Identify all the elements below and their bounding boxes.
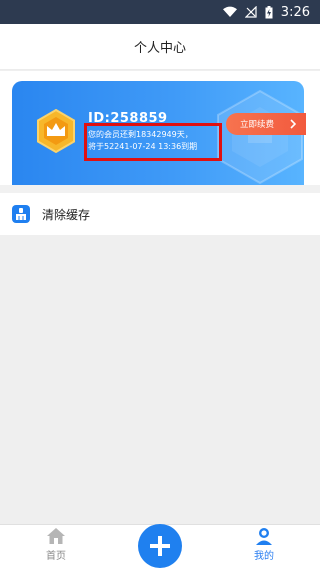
signal-off-icon — [244, 6, 257, 18]
plus-icon — [150, 536, 170, 556]
shield-decoration-icon — [217, 89, 303, 185]
tab-home-label: 首页 — [46, 551, 66, 562]
cleaner-icon — [12, 205, 30, 223]
page-title: 个人中心 — [133, 41, 186, 56]
renew-label: 立即续费 — [240, 120, 275, 130]
tab-home[interactable]: 首页 — [26, 527, 86, 567]
home-icon — [47, 528, 65, 544]
member-card-section: ID:258859 您的会员还剩18342949天， 将于52241-07-24… — [0, 71, 320, 185]
wifi-icon — [222, 6, 237, 18]
tab-mine[interactable]: 我的 — [234, 527, 294, 567]
section-divider — [0, 185, 320, 193]
renew-button[interactable]: 立即续费 — [226, 113, 306, 135]
battery-charging-icon — [265, 5, 273, 19]
chevron-right-icon — [290, 119, 297, 129]
add-button[interactable] — [138, 524, 182, 568]
highlight-box — [84, 123, 222, 161]
tab-mine-label: 我的 — [254, 551, 274, 562]
status-bar: 3:26 — [0, 0, 320, 24]
title-bar: 个人中心 — [0, 24, 320, 70]
user-icon — [256, 528, 272, 545]
status-time: 3:26 — [280, 4, 310, 20]
clear-cache-item[interactable]: 清除缓存 — [0, 193, 320, 235]
crown-icon — [37, 109, 75, 153]
clear-cache-label: 清除缓存 — [42, 207, 91, 222]
